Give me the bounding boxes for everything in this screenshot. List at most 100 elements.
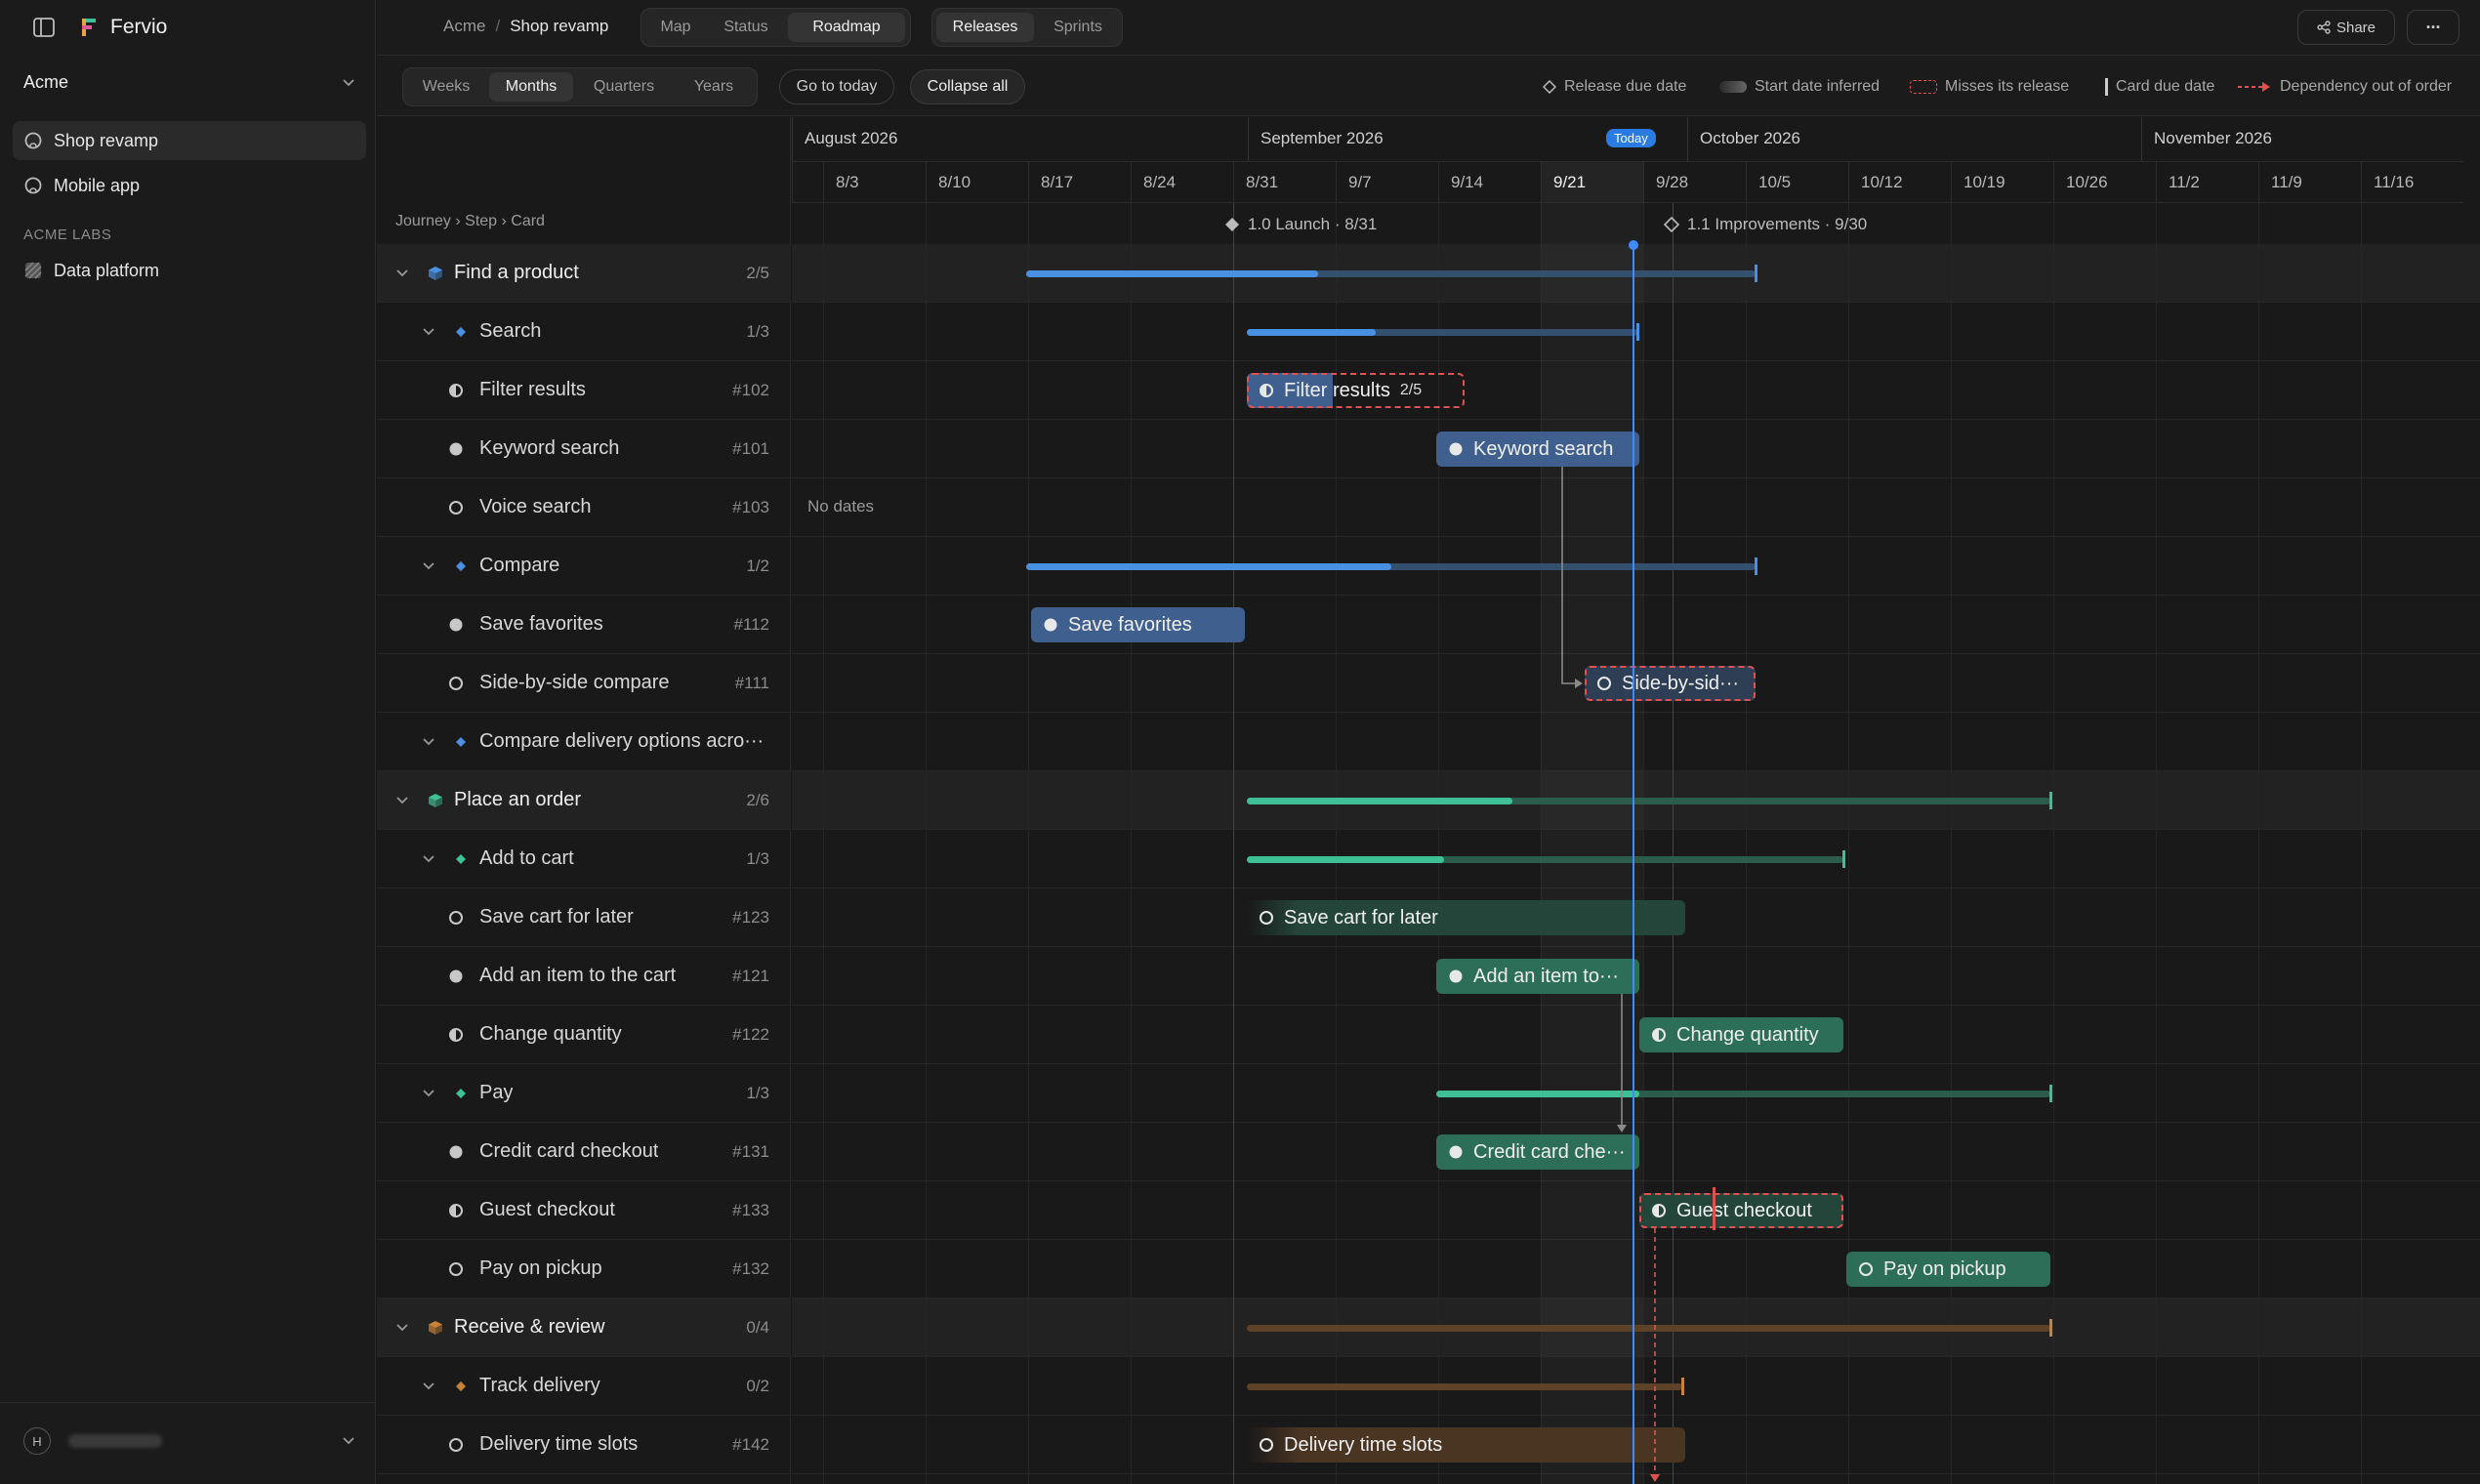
card-row[interactable]: Pay on pickup #132 (377, 1240, 791, 1298)
step-row[interactable]: Track delivery 0/2 (377, 1357, 791, 1416)
journey-row[interactable]: Place an order 2/6 (377, 771, 791, 830)
card-row[interactable]: Credit card checkout #131 (377, 1123, 791, 1181)
step-row[interactable]: Compare delivery options acro··· (377, 713, 791, 771)
card-due-tick (1713, 1187, 1715, 1230)
card-bar-label: Add an item to··· (1473, 965, 1619, 987)
card-bar[interactable]: Filter results 2/5 (1247, 373, 1465, 408)
github-icon (24, 177, 42, 194)
card-label: Change quantity (479, 1023, 622, 1045)
card-row[interactable]: Change quantity #122 (377, 1006, 791, 1064)
sidebar-item-data-platform[interactable]: Data platform (13, 251, 366, 290)
card-row[interactable]: Guest checkout #133 (377, 1181, 791, 1240)
tab-roadmap[interactable]: Roadmap (788, 13, 905, 42)
card-row[interactable]: Save favorites #112 (377, 596, 791, 654)
summary-progress (1247, 856, 1444, 863)
release-label: 1.1 Improvements · 9/30 (1687, 215, 1868, 233)
status-icon (448, 910, 464, 926)
step-row[interactable]: Pay 1/3 (377, 1064, 791, 1123)
step-label: Pay (479, 1082, 514, 1103)
workspace-switcher[interactable]: Acme (23, 72, 355, 102)
breadcrumb-project[interactable]: Shop revamp (510, 17, 608, 36)
card-bar-label: Credit card che··· (1473, 1140, 1626, 1163)
release-marker[interactable]: 1.1 Improvements · 9/30 (1664, 215, 1867, 234)
sidebar-item-label: Mobile app (54, 175, 141, 195)
card-row[interactable]: Delivery time slots #142 (377, 1416, 791, 1474)
collapse-all-button[interactable]: Collapse all (910, 69, 1025, 104)
share-button[interactable]: Share (2297, 10, 2395, 45)
tab-status[interactable]: Status (710, 13, 782, 42)
chevron-down-icon[interactable] (395, 796, 409, 809)
tab-years[interactable]: Years (675, 72, 753, 102)
month-header: November 2026 (2141, 117, 2480, 161)
card-bar[interactable]: Save cart for later (1247, 900, 1685, 935)
card-number: #132 (732, 1259, 769, 1278)
card-bar[interactable]: Side-by-sid··· (1585, 666, 1756, 701)
card-row[interactable]: Add an item to the cart #121 (377, 947, 791, 1006)
card-bar-label: Change quantity (1676, 1023, 1819, 1046)
go-to-today-button[interactable]: Go to today (779, 69, 894, 104)
tab-sprints[interactable]: Sprints (1038, 13, 1118, 42)
sidebar-toggle-icon[interactable] (33, 18, 55, 37)
card-label: Voice search (479, 496, 592, 517)
week-gridline (823, 203, 824, 1484)
status-icon (1448, 1144, 1464, 1160)
card-bar[interactable]: Save favorites (1031, 607, 1245, 642)
chevron-down-icon[interactable] (422, 1089, 435, 1102)
card-bar[interactable]: Keyword search (1436, 432, 1639, 467)
step-row[interactable]: Compare 1/2 (377, 537, 791, 596)
today-line (1633, 244, 1634, 1484)
sidebar-item-mobile-app[interactable]: Mobile app (13, 166, 366, 205)
chevron-down-icon[interactable] (422, 561, 435, 575)
card-row[interactable]: Keyword search #101 (377, 420, 791, 478)
journey-row[interactable]: Find a product 2/5 (377, 244, 791, 303)
summary-progress (1247, 329, 1376, 336)
card-row[interactable]: Save cart for later #123 (377, 888, 791, 947)
status-icon (448, 1437, 464, 1453)
chevron-down-icon[interactable] (422, 737, 435, 751)
chevron-down-icon[interactable] (395, 268, 409, 282)
step-row[interactable]: Add to cart 1/3 (377, 830, 791, 888)
summary-progress (1247, 798, 1512, 804)
card-bar[interactable]: Delivery time slots (1247, 1427, 1685, 1463)
week-gridline (1951, 203, 1952, 1484)
sidebar-item-shop-revamp[interactable]: Shop revamp (13, 121, 366, 160)
card-row[interactable]: Filter results #102 (377, 361, 791, 420)
journey-row[interactable]: Receive & review 0/4 (377, 1298, 791, 1357)
card-row[interactable]: Side-by-side compare #111 (377, 654, 791, 713)
progress-count: 1/3 (746, 322, 769, 341)
card-number: #131 (732, 1142, 769, 1161)
chevron-down-icon[interactable] (395, 1323, 409, 1337)
tab-months[interactable]: Months (489, 72, 573, 102)
card-number: #102 (732, 381, 769, 399)
status-icon (448, 500, 464, 515)
card-bar-label: Save cart for later (1284, 906, 1438, 928)
breadcrumb-org[interactable]: Acme (443, 17, 485, 36)
chevron-down-icon[interactable] (422, 1381, 435, 1395)
status-icon (1043, 617, 1058, 633)
card-bar[interactable]: Pay on pickup (1846, 1252, 2050, 1287)
week-header: 8/10 (926, 161, 1028, 203)
card-label: Pay on pickup (479, 1257, 602, 1279)
fade-bar-icon (1719, 81, 1747, 93)
workspace-name: Acme (23, 72, 69, 92)
progress-count: 0/2 (746, 1377, 769, 1395)
step-row[interactable]: Search 1/3 (377, 303, 791, 361)
tab-map[interactable]: Map (647, 13, 704, 42)
card-number: #103 (732, 498, 769, 516)
card-bar[interactable]: Add an item to··· (1436, 959, 1639, 994)
more-options-button[interactable]: ··· (2407, 10, 2459, 45)
card-bar[interactable]: Guest checkout (1639, 1193, 1843, 1228)
chevron-down-icon[interactable] (422, 854, 435, 868)
chevron-down-icon[interactable] (422, 327, 435, 341)
month-header: August 2026 (792, 117, 1248, 161)
progress-count: 2/6 (746, 791, 769, 809)
github-icon (24, 132, 42, 149)
card-bar[interactable]: Credit card che··· (1436, 1134, 1639, 1170)
tab-quarters[interactable]: Quarters (577, 72, 671, 102)
card-row[interactable]: Voice search #103 (377, 478, 791, 537)
user-menu[interactable]: H (23, 1425, 355, 1457)
card-bar[interactable]: Change quantity (1639, 1017, 1843, 1052)
tab-weeks[interactable]: Weeks (407, 72, 485, 102)
tab-releases[interactable]: Releases (936, 13, 1034, 42)
release-marker[interactable]: 1.0 Launch · 8/31 (1224, 215, 1377, 234)
